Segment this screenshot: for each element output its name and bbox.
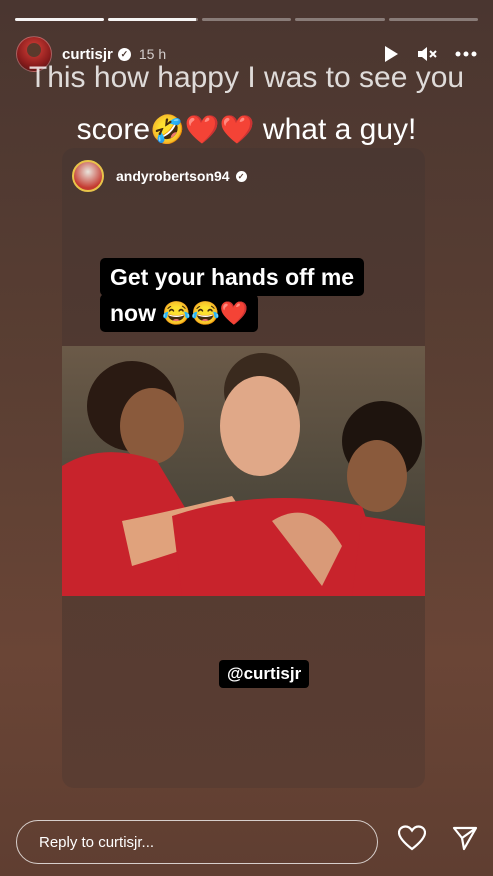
progress-segment xyxy=(295,18,385,21)
story-caption: This how happy I was to see you score🤣❤️… xyxy=(0,52,493,156)
send-icon[interactable] xyxy=(452,825,478,856)
caption-emojis: 🤣❤️❤️ xyxy=(150,114,255,145)
mention-sticker[interactable]: @curtisjr xyxy=(219,660,310,688)
shared-post-username: andyrobertson94 xyxy=(116,168,230,184)
progress-segment xyxy=(108,18,198,21)
verified-icon: ✓ xyxy=(235,170,247,182)
shared-post-header: andyrobertson94 ✓ xyxy=(72,160,247,192)
story-progress-bar xyxy=(15,18,479,21)
progress-segment xyxy=(201,18,292,21)
caption-text: score xyxy=(76,113,150,146)
reply-input[interactable]: Reply to curtisjr... xyxy=(16,820,378,864)
heart-icon[interactable] xyxy=(397,825,427,856)
caption-line-1: This how happy I was to see you xyxy=(28,61,465,94)
progress-segment xyxy=(388,18,479,21)
post-photo xyxy=(62,346,425,596)
progress-segment xyxy=(15,18,105,21)
quote-line-2: now 😂😂❤️ xyxy=(100,294,259,332)
avatar xyxy=(72,160,104,192)
quote-sticker: Get your hands off me now 😂😂❤️ xyxy=(100,258,400,332)
quote-line-1: Get your hands off me xyxy=(100,258,365,296)
caption-text: what a guy! xyxy=(254,113,417,146)
shared-post-card[interactable]: andyrobertson94 ✓ Get your hands off me … xyxy=(62,148,425,788)
